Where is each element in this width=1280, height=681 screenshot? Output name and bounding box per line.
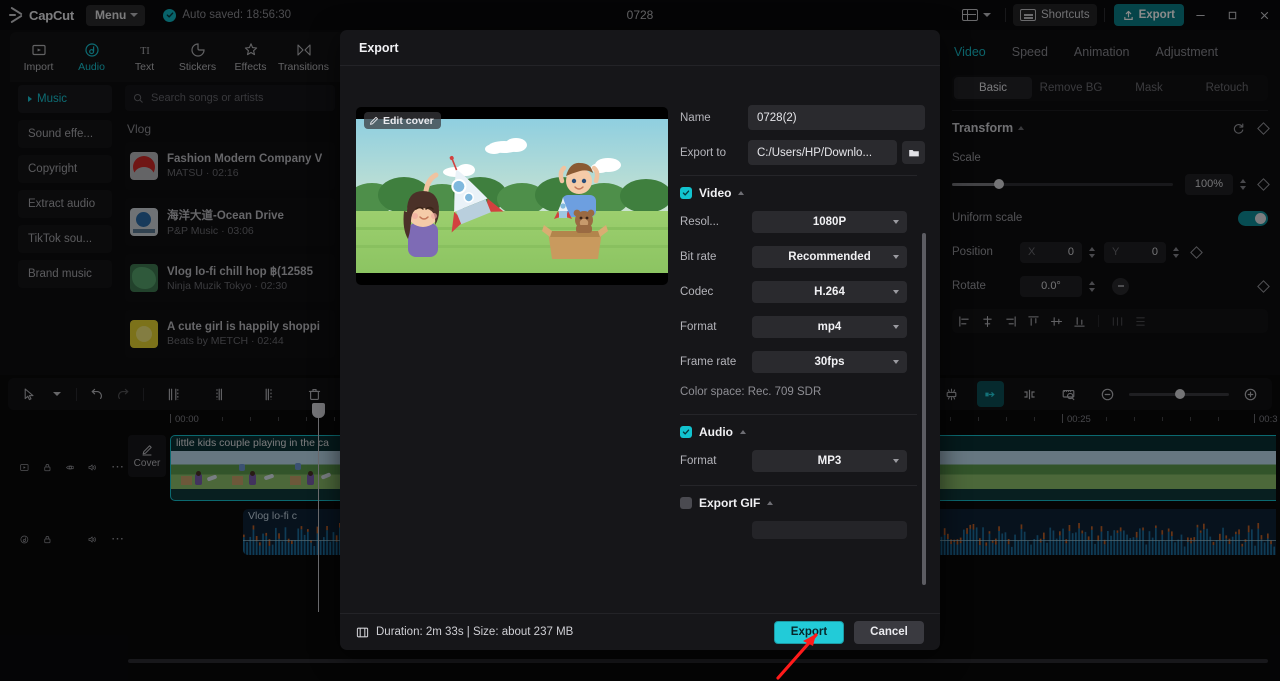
cover-preview[interactable]: Edit cover xyxy=(356,107,668,285)
framerate-select[interactable]: 30fps xyxy=(752,351,907,373)
export-dialog-body: Edit cover Name 0728(2) Export to C:/Use… xyxy=(340,67,940,613)
film-icon xyxy=(356,627,369,637)
export-dialog: Export Edit cover Name 0728(2) Export to… xyxy=(340,30,940,650)
chevron-down-icon xyxy=(893,255,899,259)
codec-value: H.264 xyxy=(814,286,845,298)
chevron-up-icon[interactable] xyxy=(740,430,746,434)
chevron-down-icon xyxy=(893,325,899,329)
chevron-down-icon xyxy=(893,290,899,294)
format-select[interactable]: mp4 xyxy=(752,316,907,338)
format-value: mp4 xyxy=(817,321,842,333)
video-group-label: Video xyxy=(699,186,732,200)
cover-preview-image xyxy=(356,119,668,273)
duration-text: Duration: 2m 33s | Size: about 237 MB xyxy=(376,626,574,638)
bitrate-select[interactable]: Recommended xyxy=(752,246,907,268)
name-label: Name xyxy=(680,111,711,124)
chevron-down-icon xyxy=(893,459,899,463)
capcut-window: CapCut Menu Auto saved: 18:56:30 0728 Sh… xyxy=(0,0,1280,681)
resolution-row: Resol... 1080P xyxy=(680,211,925,233)
name-field[interactable]: 0728(2) xyxy=(748,105,925,130)
chevron-up-icon[interactable] xyxy=(767,501,774,505)
export-dialog-footer: Duration: 2m 33s | Size: about 237 MB Ex… xyxy=(340,613,940,650)
export-dialog-scrollbar[interactable] xyxy=(922,105,926,595)
bitrate-value: Recommended xyxy=(788,251,871,263)
chevron-up-icon[interactable] xyxy=(738,191,745,195)
edit-cover-button[interactable]: Edit cover xyxy=(364,112,441,129)
audio-group-label: Audio xyxy=(699,425,733,439)
resolution-value: 1080P xyxy=(812,216,847,228)
gif-checkbox[interactable] xyxy=(680,497,692,509)
name-row: Name 0728(2) xyxy=(680,105,925,130)
annotation-arrow xyxy=(776,633,818,680)
codec-label: Codec xyxy=(680,286,714,298)
bitrate-label: Bit rate xyxy=(680,251,717,263)
edit-pencil-icon xyxy=(370,116,378,125)
gif-group-header: Export GIF xyxy=(680,496,925,510)
chevron-down-icon xyxy=(893,360,899,364)
export-to-label: Export to xyxy=(680,146,727,159)
chevron-down-icon xyxy=(893,220,899,224)
audio-format-select[interactable]: MP3 xyxy=(752,450,907,472)
video-group-header: Video xyxy=(680,186,925,200)
cancel-button[interactable]: Cancel xyxy=(854,620,924,644)
scrollbar-thumb[interactable] xyxy=(922,233,926,585)
audio-group-header: Audio xyxy=(680,425,925,439)
gif-field-clipped[interactable] xyxy=(752,521,907,539)
divider xyxy=(680,485,917,486)
duration-info: Duration: 2m 33s | Size: about 237 MB xyxy=(356,626,573,639)
resolution-label: Resol... xyxy=(680,216,719,228)
audio-format-label: Format xyxy=(680,455,717,467)
edit-cover-label: Edit cover xyxy=(383,114,434,127)
video-checkbox[interactable] xyxy=(680,187,692,199)
format-row: Format mp4 xyxy=(680,316,925,338)
framerate-label: Frame rate xyxy=(680,356,737,368)
codec-row: Codec H.264 xyxy=(680,281,925,303)
bitrate-row: Bit rate Recommended xyxy=(680,246,925,268)
divider xyxy=(680,175,917,176)
audio-format-row: Format MP3 xyxy=(680,450,925,472)
export-dialog-header: Export xyxy=(340,30,940,66)
folder-icon xyxy=(908,149,919,156)
codec-select[interactable]: H.264 xyxy=(752,281,907,303)
export-to-field[interactable]: C:/Users/HP/Downlo... xyxy=(748,140,897,165)
gif-group-label: Export GIF xyxy=(699,496,761,510)
audio-format-value: MP3 xyxy=(817,455,842,467)
color-space-text: Color space: Rec. 709 SDR xyxy=(680,386,822,398)
resolution-select[interactable]: 1080P xyxy=(752,211,907,233)
framerate-value: 30fps xyxy=(814,356,845,368)
audio-checkbox[interactable] xyxy=(680,426,692,438)
divider xyxy=(680,414,917,415)
framerate-row: Frame rate 30fps xyxy=(680,351,925,373)
export-form: Name 0728(2) Export to C:/Users/HP/Downl… xyxy=(680,105,925,539)
export-dialog-title: Export xyxy=(359,40,399,55)
format-label: Format xyxy=(680,321,717,333)
export-to-row: Export to C:/Users/HP/Downlo... xyxy=(680,140,925,165)
